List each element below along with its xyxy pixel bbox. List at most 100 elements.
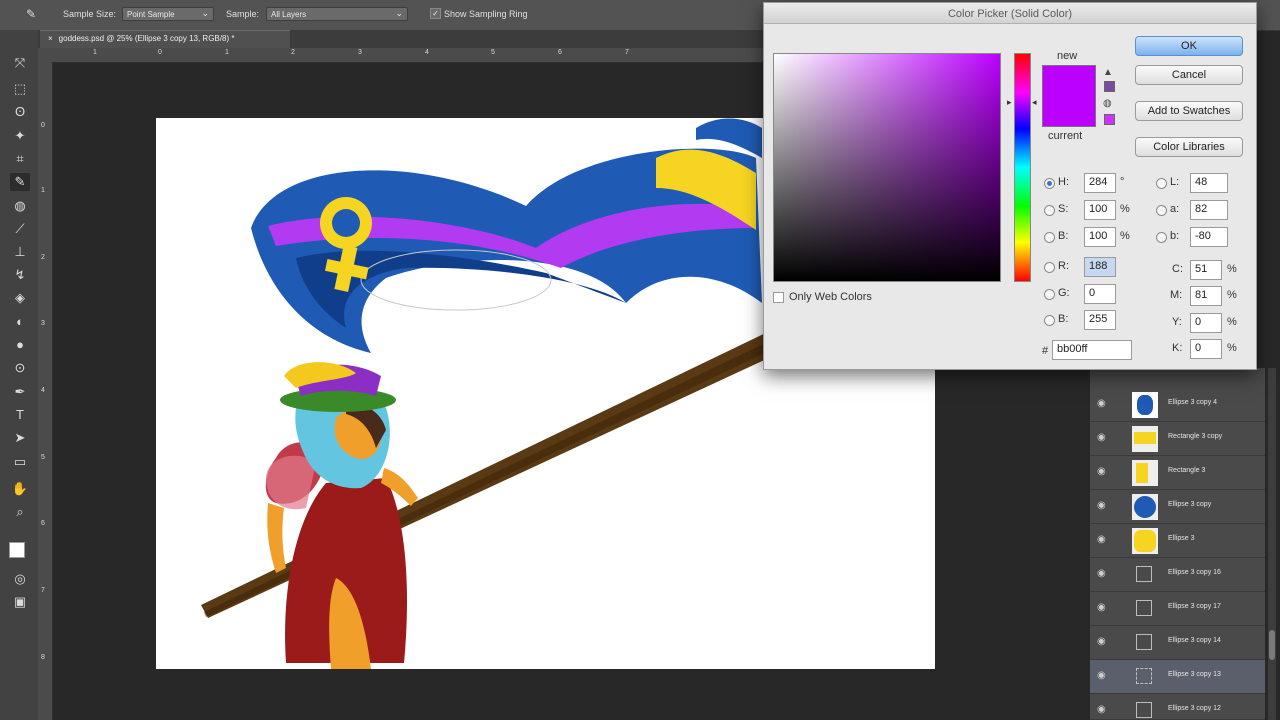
ruler-label: 7 — [41, 587, 45, 594]
layer-row[interactable]: ◉ Ellipse 3 copy 14 — [1090, 626, 1265, 660]
marquee-tool-icon[interactable]: ⬚ — [10, 80, 30, 98]
out-of-gamut-warning-icon[interactable]: ▲ — [1103, 67, 1113, 78]
b-channel-label: b: — [1170, 230, 1180, 242]
lasso-tool-icon[interactable]: ʘ — [10, 103, 30, 121]
magic-wand-tool-icon[interactable]: ✦ — [10, 127, 30, 145]
b-channel-radio[interactable] — [1156, 232, 1167, 243]
eye-icon[interactable]: ◉ — [1097, 636, 1106, 647]
eye-icon[interactable]: ◉ — [1097, 398, 1106, 409]
layer-row[interactable]: ◉ Rectangle 3 copy — [1090, 422, 1265, 456]
saturation-field[interactable]: 100 — [1084, 200, 1116, 220]
blur-tool-icon[interactable]: ● — [10, 336, 30, 354]
eye-icon[interactable]: ◉ — [1097, 534, 1106, 545]
add-to-swatches-button[interactable]: Add to Swatches — [1135, 101, 1243, 121]
only-web-colors-checkbox[interactable] — [773, 292, 784, 303]
web-safe-color-swatch[interactable] — [1104, 114, 1115, 125]
ok-button[interactable]: OK — [1135, 36, 1243, 56]
show-ring-checkbox[interactable]: ✓ — [430, 8, 441, 19]
ruler-label: 2 — [291, 49, 295, 56]
ruler-label: 3 — [41, 320, 45, 327]
hue-slider[interactable] — [1014, 53, 1031, 282]
brush-tool-icon[interactable]: ⟋ — [10, 220, 30, 238]
eye-icon[interactable]: ◉ — [1097, 568, 1106, 579]
green-field[interactable]: 0 — [1084, 284, 1116, 304]
layer-row[interactable]: ◉ Ellipse 3 copy 17 — [1090, 592, 1265, 626]
green-radio[interactable] — [1044, 289, 1055, 300]
paint-bucket-tool-icon[interactable]: ◐ — [10, 313, 30, 331]
ruler-label: 5 — [491, 49, 495, 56]
cyan-field[interactable]: 51 — [1190, 260, 1222, 280]
color-picker-dialog: Color Picker (Solid Color) ▸ ◂ new curre… — [763, 2, 1257, 370]
green-label: G: — [1058, 287, 1070, 299]
quick-mask-icon[interactable]: ◎ — [10, 570, 30, 588]
layer-row[interactable]: ◉ Ellipse 3 copy 16 — [1090, 558, 1265, 592]
eraser-tool-icon[interactable]: ◈ — [10, 289, 30, 307]
type-tool-icon[interactable]: T — [10, 406, 30, 424]
lightness-field[interactable]: 48 — [1190, 173, 1228, 193]
layer-row-selected[interactable]: ◉ Ellipse 3 copy 13 — [1090, 660, 1265, 694]
magenta-field[interactable]: 81 — [1190, 286, 1222, 306]
web-safe-warning-icon[interactable]: ◍ — [1103, 98, 1112, 109]
hue-slider-left-arrow[interactable]: ▸ — [1007, 97, 1012, 108]
gamut-color-swatch[interactable] — [1104, 81, 1115, 92]
sample-select[interactable]: All Layers — [266, 6, 408, 21]
layers-scrollbar[interactable] — [1268, 368, 1276, 720]
clone-stamp-tool-icon[interactable]: ⊥ — [10, 243, 30, 261]
eye-icon[interactable]: ◉ — [1097, 432, 1106, 443]
goddess-figure — [265, 362, 418, 669]
screen-mode-icon[interactable]: ▣ — [10, 593, 30, 611]
cancel-button[interactable]: Cancel — [1135, 65, 1243, 85]
dodge-tool-icon[interactable]: ⊙ — [10, 359, 30, 377]
current-color-swatch[interactable] — [1042, 99, 1096, 127]
brightness-field[interactable]: 100 — [1084, 227, 1116, 247]
hue-radio[interactable] — [1044, 178, 1055, 189]
layer-thumbnail — [1132, 460, 1158, 486]
layer-row[interactable]: ◉ Ellipse 3 copy — [1090, 490, 1265, 524]
percent-unit: % — [1227, 316, 1237, 328]
b-channel-field[interactable]: -80 — [1190, 227, 1228, 247]
layer-row[interactable]: ◉ Ellipse 3 — [1090, 524, 1265, 558]
document-tab[interactable]: × goddess.psd @ 25% (Ellipse 3 copy 13, R… — [40, 30, 290, 48]
eye-icon[interactable]: ◉ — [1097, 466, 1106, 477]
path-selection-tool-icon[interactable]: ➤ — [10, 429, 30, 447]
zoom-tool-icon[interactable]: ⌕ — [10, 503, 30, 521]
eye-icon[interactable]: ◉ — [1097, 602, 1106, 613]
layer-row[interactable]: ◉ Rectangle 3 — [1090, 456, 1265, 490]
color-libraries-button[interactable]: Color Libraries — [1135, 137, 1243, 157]
saturation-radio[interactable] — [1044, 205, 1055, 216]
crop-tool-icon[interactable]: ⌗ — [10, 150, 30, 168]
eye-icon[interactable]: ◉ — [1097, 500, 1106, 511]
black-field[interactable]: 0 — [1190, 339, 1222, 359]
hand-tool-icon[interactable]: ✋ — [10, 480, 30, 498]
move-tool-icon[interactable]: ⤧ — [10, 54, 30, 72]
hue-slider-right-arrow[interactable]: ◂ — [1032, 97, 1037, 108]
shape-tool-icon[interactable]: ▭ — [10, 453, 30, 471]
blue-radio[interactable] — [1044, 315, 1055, 326]
brightness-radio[interactable] — [1044, 232, 1055, 243]
foreground-color-swatch[interactable] — [9, 542, 25, 558]
red-radio[interactable] — [1044, 262, 1055, 273]
hex-field[interactable]: bb00ff — [1052, 340, 1132, 360]
close-icon[interactable]: × — [48, 34, 53, 43]
layer-row[interactable]: ◉ Ellipse 3 copy 4 — [1090, 388, 1265, 422]
layers-scrollbar-thumb[interactable] — [1269, 630, 1275, 660]
sample-size-select[interactable]: Point Sample — [122, 6, 214, 21]
history-brush-tool-icon[interactable]: ↯ — [10, 266, 30, 284]
hue-field[interactable]: 284 — [1084, 173, 1116, 193]
a-channel-field[interactable]: 82 — [1190, 200, 1228, 220]
layer-row[interactable]: ◉ Ellipse 3 copy 12 — [1090, 694, 1265, 720]
lightness-radio[interactable] — [1156, 178, 1167, 189]
pen-tool-icon[interactable]: ✒ — [10, 383, 30, 401]
red-field[interactable]: 188 — [1084, 257, 1116, 277]
eye-icon[interactable]: ◉ — [1097, 704, 1106, 715]
yellow-label: Y: — [1172, 316, 1182, 328]
eyedropper-tool-icon[interactable]: ✎ — [10, 173, 30, 191]
color-field[interactable] — [773, 53, 1001, 282]
percent-unit: % — [1227, 289, 1237, 301]
eyedropper-icon[interactable]: ✎ — [26, 7, 36, 21]
a-channel-radio[interactable] — [1156, 205, 1167, 216]
blue-field[interactable]: 255 — [1084, 310, 1116, 330]
healing-brush-tool-icon[interactable]: ◍ — [10, 197, 30, 215]
yellow-field[interactable]: 0 — [1190, 313, 1222, 333]
eye-icon[interactable]: ◉ — [1097, 670, 1106, 681]
